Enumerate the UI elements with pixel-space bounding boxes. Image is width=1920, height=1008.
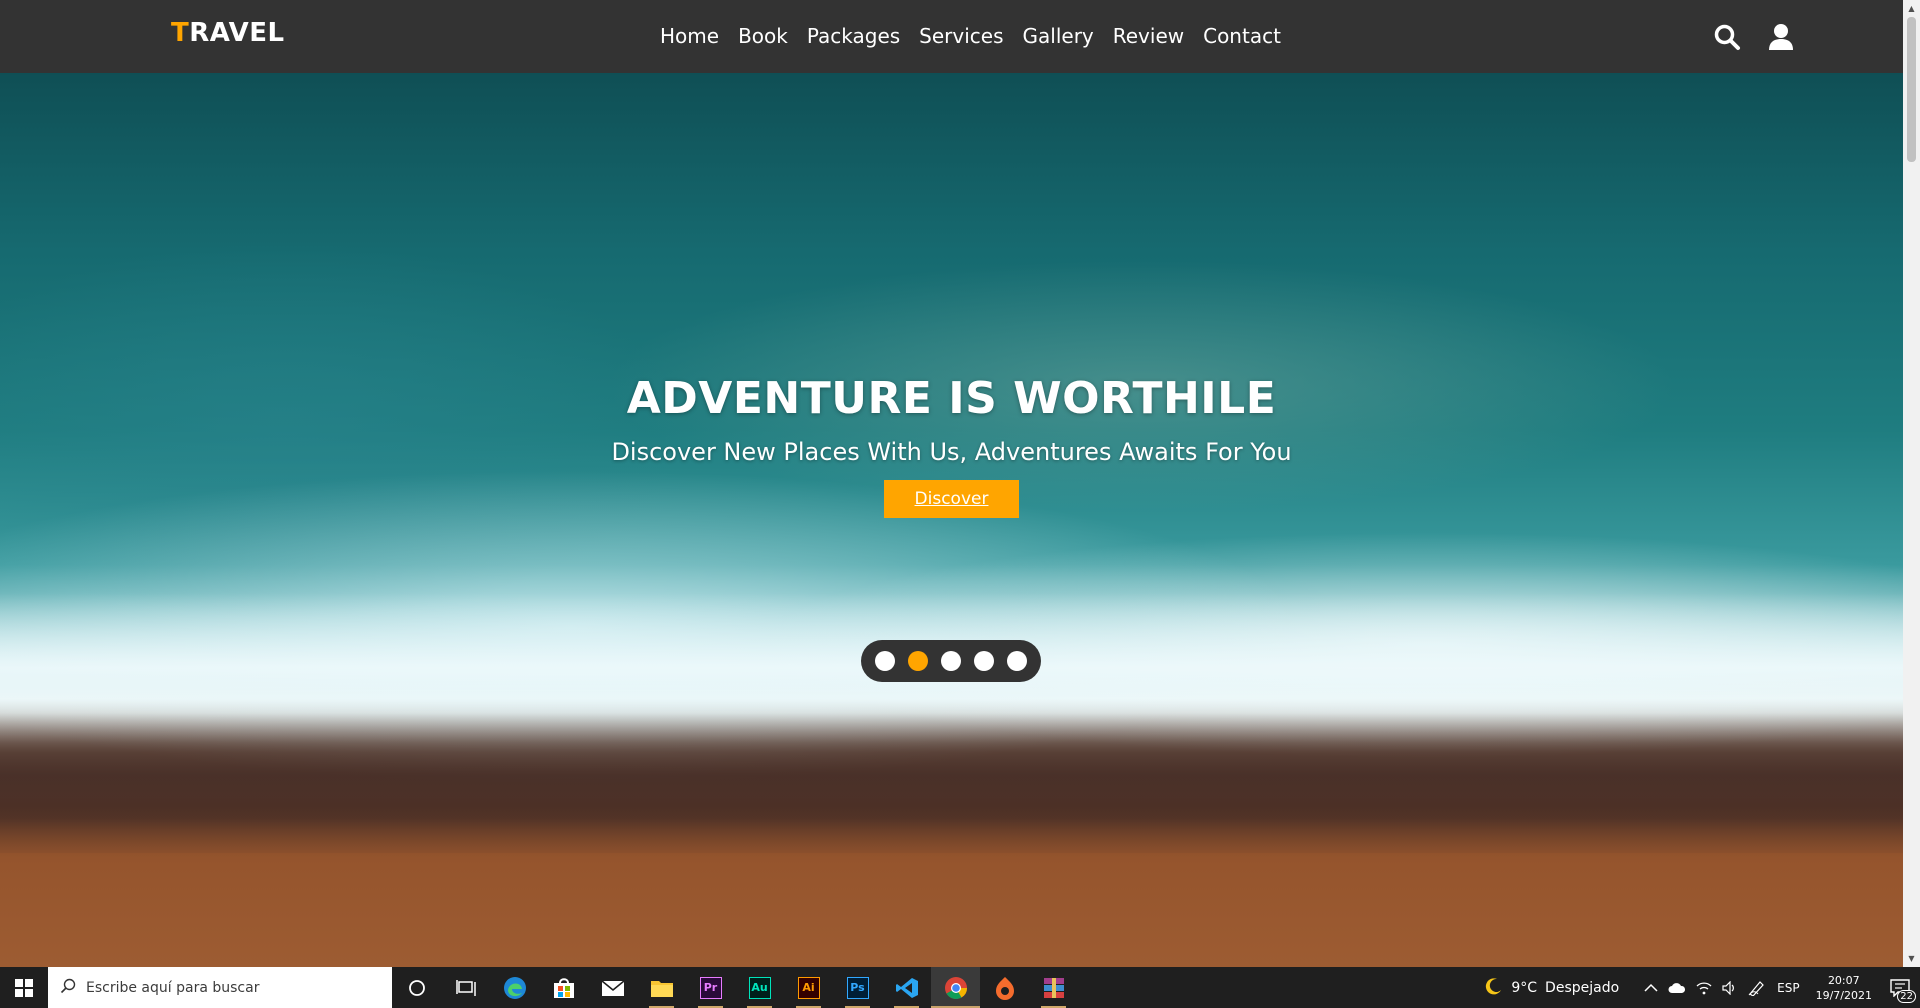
audition-icon[interactable]: Au: [735, 967, 784, 1008]
windows-start-icon[interactable]: [0, 967, 48, 1008]
slider-controls: [861, 640, 1041, 682]
brand-logo[interactable]: TRAVEL: [171, 18, 285, 48]
winrar-icon[interactable]: [1029, 967, 1078, 1008]
task-view-icon[interactable]: [441, 967, 490, 1008]
input-language[interactable]: ESP: [1777, 981, 1799, 995]
weather-widget[interactable]: 9°C Despejado: [1485, 977, 1619, 999]
origin-icon[interactable]: [980, 967, 1029, 1008]
hero-background-sand: [0, 818, 1903, 967]
scroll-up-arrow-icon[interactable]: ▲: [1903, 0, 1920, 17]
file-explorer-icon[interactable]: [637, 967, 686, 1008]
nav-link-services[interactable]: Services: [919, 22, 1003, 50]
moon-icon: [1485, 977, 1503, 999]
brand-logo-accent-letter: T: [171, 18, 190, 48]
user-icon[interactable]: [1764, 20, 1798, 54]
photoshop-icon[interactable]: Ps: [833, 967, 882, 1008]
taskbar-apps: Pr Au Ai Ps: [392, 967, 1078, 1008]
slider-dot[interactable]: [941, 651, 961, 671]
hero-title: ADVENTURE IS WORTHILE: [626, 373, 1277, 424]
chrome-icon[interactable]: [931, 967, 980, 1008]
clock-date: 19/7/2021: [1815, 988, 1872, 1002]
nav-link-review[interactable]: Review: [1113, 22, 1184, 50]
mail-icon[interactable]: [588, 967, 637, 1008]
photoshop-label: Ps: [846, 976, 869, 999]
page: TRAVEL Home Book Packages Services Galle…: [0, 0, 1920, 1008]
vscode-icon[interactable]: [882, 967, 931, 1008]
header-icons: [1710, 20, 1798, 54]
hero-content: ADVENTURE IS WORTHILE Discover New Place…: [0, 373, 1903, 518]
premiere-pro-icon[interactable]: Pr: [686, 967, 735, 1008]
slider-dot-active[interactable]: [908, 651, 928, 671]
windows-taskbar: Escribe aquí para buscar Pr Au Ai Ps 9°C…: [0, 967, 1920, 1008]
notifications-icon[interactable]: 22: [1886, 978, 1916, 1003]
microsoft-store-icon[interactable]: [539, 967, 588, 1008]
system-tray: 9°C Despejado ESP 20:07 19/7/2021 22: [1485, 967, 1920, 1008]
scrollbar-thumb[interactable]: [1907, 17, 1916, 162]
search-icon[interactable]: [1710, 20, 1744, 54]
slider-dot[interactable]: [974, 651, 994, 671]
main-nav: Home Book Packages Services Gallery Revi…: [660, 22, 1300, 50]
hero-section: ADVENTURE IS WORTHILE Discover New Place…: [0, 73, 1903, 967]
nav-link-home[interactable]: Home: [660, 22, 719, 50]
weather-temperature: 9°C: [1511, 979, 1538, 996]
nav-link-packages[interactable]: Packages: [807, 22, 900, 50]
nav-link-contact[interactable]: Contact: [1203, 22, 1281, 50]
audition-label: Au: [748, 976, 771, 999]
cortana-icon[interactable]: [392, 967, 441, 1008]
scroll-down-arrow-icon[interactable]: ▼: [1903, 950, 1920, 967]
nav-link-book[interactable]: Book: [738, 22, 788, 50]
volume-icon[interactable]: [1722, 980, 1738, 995]
notification-count-badge: 22: [1897, 989, 1916, 1003]
illustrator-icon[interactable]: Ai: [784, 967, 833, 1008]
magnifier-icon: [60, 978, 76, 998]
system-clock[interactable]: 20:07 19/7/2021: [1816, 973, 1872, 1003]
weather-condition: Despejado: [1545, 979, 1620, 996]
taskbar-search-box[interactable]: Escribe aquí para buscar: [48, 967, 392, 1008]
onedrive-cloud-icon[interactable]: [1668, 982, 1686, 994]
slider-dot[interactable]: [1007, 651, 1027, 671]
pen-icon[interactable]: [1748, 980, 1766, 996]
taskbar-search-placeholder: Escribe aquí para buscar: [86, 979, 260, 996]
hero-subtitle: Discover New Places With Us, Adventures …: [611, 438, 1292, 466]
brand-logo-text: RAVEL: [189, 18, 285, 48]
wifi-icon[interactable]: [1696, 981, 1712, 995]
edge-icon[interactable]: [490, 967, 539, 1008]
page-scrollbar[interactable]: ▲ ▼: [1903, 0, 1920, 967]
clock-time: 20:07: [1827, 973, 1860, 987]
illustrator-label: Ai: [797, 976, 820, 999]
premiere-pro-label: Pr: [699, 976, 722, 999]
nav-link-gallery[interactable]: Gallery: [1023, 22, 1094, 50]
site-header: TRAVEL Home Book Packages Services Galle…: [0, 0, 1903, 73]
slider-dot[interactable]: [875, 651, 895, 671]
chevron-up-icon[interactable]: [1644, 983, 1658, 993]
discover-button[interactable]: Discover: [883, 480, 1020, 518]
